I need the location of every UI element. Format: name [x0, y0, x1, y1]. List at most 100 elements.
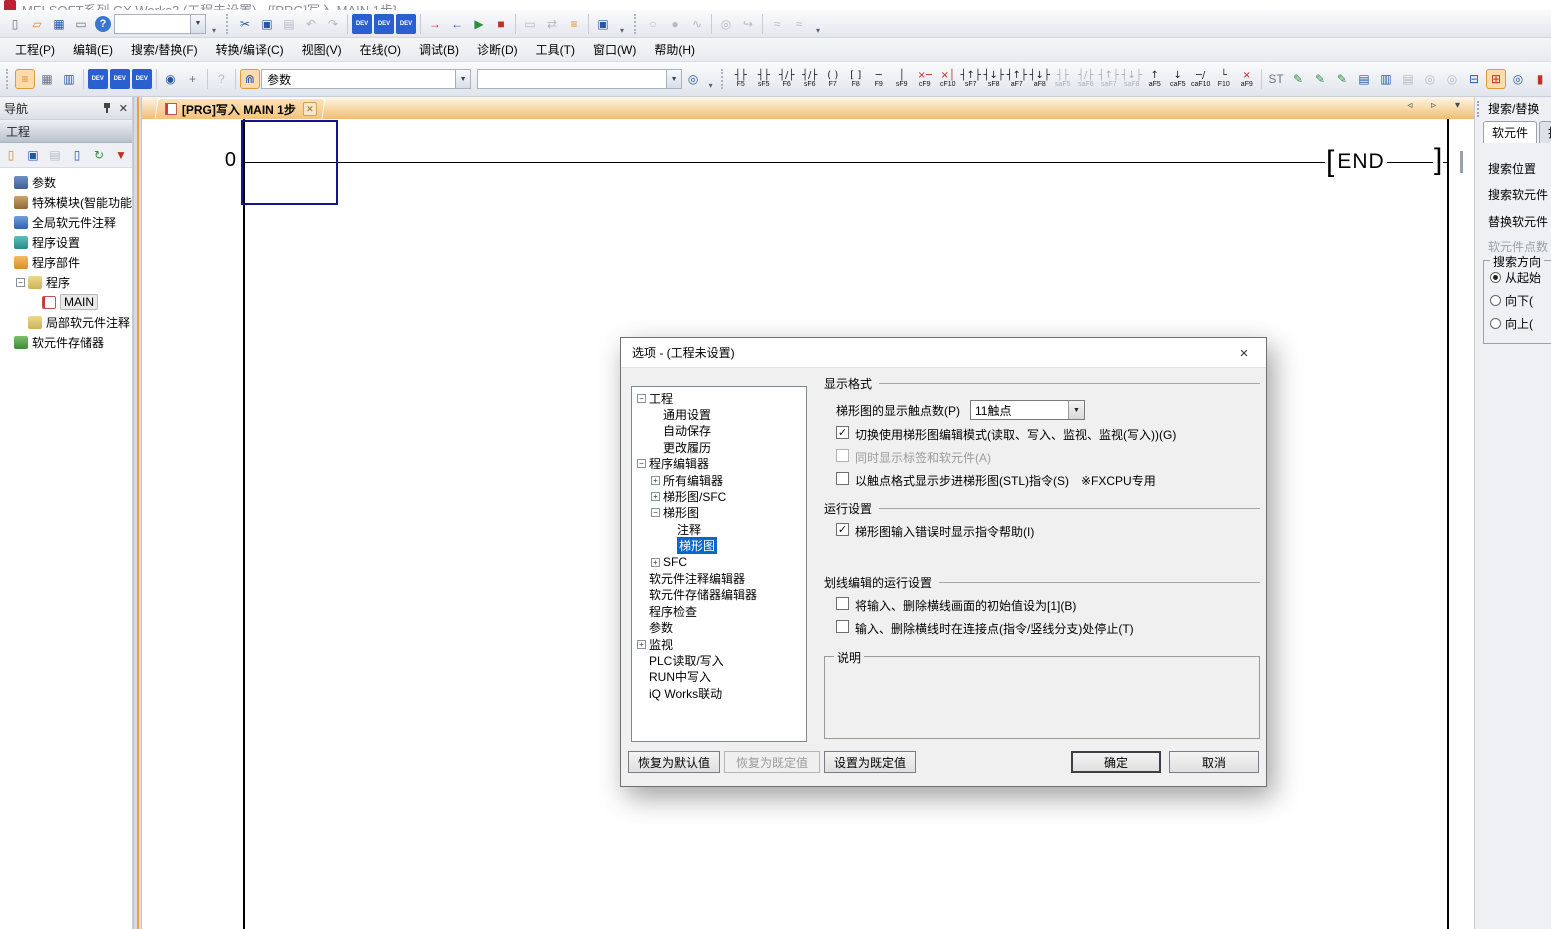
checkbox-row[interactable]: 以触点格式显示步进梯形图(STL)指令(S) ※FXCPU专用 [836, 472, 1260, 489]
options-tree-item[interactable]: − 工程 [635, 390, 806, 406]
close-icon[interactable]: ✕ [119, 102, 128, 115]
close-contact-f6[interactable]: ┤/├ F6 [775, 66, 798, 92]
menu-item[interactable]: 转换/编译(C) [207, 38, 293, 61]
expander-icon[interactable]: − [651, 508, 660, 517]
ok-button[interactable]: 确定 [1071, 751, 1161, 773]
cross-reference-icon[interactable]: ◎ [716, 14, 736, 34]
checkbox-icon[interactable] [836, 472, 849, 485]
verify-icon[interactable]: ▶ [469, 14, 489, 34]
expander-icon[interactable] [2, 178, 11, 187]
panel-splitter[interactable] [133, 97, 142, 929]
expander-icon[interactable]: + [651, 476, 660, 485]
device-find-icon[interactable]: DEV [352, 14, 372, 34]
document-tab-main[interactable]: [PRG]写入 MAIN 1步 ✕ [155, 98, 326, 119]
open-file-icon[interactable]: ▱ [27, 14, 47, 34]
combo-arrow-icon[interactable]: ▼ [1068, 401, 1084, 419]
batch-edit-icon[interactable]: ▤ [1354, 69, 1374, 89]
options-tree-item[interactable]: + 梯形图/SFC [635, 488, 806, 504]
combo-arrow-icon[interactable]: ▼ [190, 15, 205, 33]
nav-item-pou[interactable]: 程序部件 [0, 252, 132, 272]
options-tree-item[interactable]: 参数 [635, 619, 806, 635]
expander-icon[interactable] [16, 318, 25, 327]
checkbox-row[interactable]: 同时显示标签和软元件(A) [836, 449, 1260, 466]
dialog-close-icon[interactable]: × [1222, 338, 1266, 368]
options-tree-item[interactable]: 通用设置 [635, 406, 806, 422]
print-icon[interactable]: ▭ [71, 14, 91, 34]
new-file-icon[interactable]: ▯ [5, 14, 25, 34]
window-copy-icon[interactable]: ▭ [520, 14, 540, 34]
pulse-icon[interactable]: ∿ [687, 14, 707, 34]
navigation-section-project[interactable]: 工程 [0, 120, 132, 143]
pulse-down-saf8[interactable]: ┤↓├ saF8 [1120, 66, 1143, 92]
expander-icon[interactable] [651, 410, 660, 419]
paste-icon[interactable]: ▤ [45, 145, 65, 165]
options-tree-item[interactable]: 软元件注释编辑器 [635, 570, 806, 586]
options-tree-item[interactable]: 软元件存储器编辑器 [635, 587, 806, 603]
options-tree-item[interactable]: 自动保存 [635, 423, 806, 439]
nav-item-special-module[interactable]: 特殊模块(智能功能模块) [0, 192, 132, 212]
watch-stop-icon[interactable]: ● [665, 14, 685, 34]
checkbox-row[interactable]: 输入、删除横线时在连接点(指令/竖线分支)处停止(T) [836, 620, 1260, 637]
close-branch-sf6[interactable]: ┤/├ sF6 [798, 66, 821, 92]
expander-icon[interactable] [637, 656, 646, 665]
expander-icon[interactable] [2, 258, 11, 267]
watch-start-icon[interactable]: ○ [643, 14, 663, 34]
line-statement-icon[interactable]: ▥ [1376, 69, 1396, 89]
options-tree-item[interactable]: + SFC [635, 554, 806, 570]
search-doc-icon[interactable]: ◎ [1508, 69, 1528, 89]
menu-item[interactable]: 视图(V) [293, 38, 351, 61]
delete-hline-cf9[interactable]: ×─ cF9 [913, 66, 936, 92]
project-tree-icon[interactable]: ≡ [15, 69, 35, 89]
device-screen-icon[interactable]: DEV [374, 14, 394, 34]
expander-icon[interactable] [665, 525, 674, 534]
pulse-up-saf7[interactable]: ┤↑├ saF7 [1097, 66, 1120, 92]
expander-icon[interactable] [637, 590, 646, 599]
tab-instruction[interactable]: 指令 [1539, 121, 1551, 143]
ladder-cursor[interactable] [241, 120, 338, 205]
help-icon[interactable]: ? [211, 69, 231, 89]
trend-a-icon[interactable]: ≈ [767, 14, 787, 34]
expander-icon[interactable]: − [637, 459, 646, 468]
find-target-combo2[interactable]: ▼ [477, 69, 682, 89]
vline-sf9[interactable]: │ sF9 [890, 66, 913, 92]
expander-icon[interactable] [637, 672, 646, 681]
doc-search-icon[interactable]: ◎ [683, 69, 703, 89]
statement-list-icon[interactable]: ≡ [564, 14, 584, 34]
expander-icon[interactable]: + [651, 492, 660, 501]
delete-af9[interactable]: × aF9 [1235, 66, 1258, 92]
invert-down-caf5[interactable]: ↓ caF5 [1166, 66, 1189, 92]
menu-item[interactable]: 调试(B) [410, 38, 468, 61]
save-icon[interactable]: ▦ [49, 14, 69, 34]
checkbox-row[interactable]: ✓ 梯形图输入错误时显示指令帮助(I) [836, 523, 1260, 540]
delete-vline-cf10[interactable]: ×│ cF10 [936, 66, 959, 92]
pulse-down-branch-af8[interactable]: ┤↓├ aF8 [1028, 66, 1051, 92]
expander-icon[interactable] [651, 443, 660, 452]
invert-up-af5[interactable]: ↑ aF5 [1143, 66, 1166, 92]
redo-icon[interactable]: ↷ [323, 14, 343, 34]
open-branch-sf5[interactable]: ┤├ sF5 [752, 66, 775, 92]
menu-item[interactable]: 在线(O) [351, 38, 410, 61]
expander-icon[interactable] [2, 218, 11, 227]
checkbox-icon[interactable] [836, 597, 849, 610]
options-tree-item[interactable]: 更改履历 [635, 439, 806, 455]
options-tree-item[interactable]: 梯形图 [635, 538, 806, 554]
combo-arrow-icon[interactable]: ▼ [455, 70, 470, 88]
pulse-open-saf5[interactable]: ┤├ saF5 [1051, 66, 1074, 92]
work-window-icon[interactable]: ▥ [59, 69, 79, 89]
menu-item[interactable]: 诊断(D) [468, 38, 527, 61]
restore-preset-button[interactable]: 恢复为既定值 [724, 751, 820, 773]
restore-default-button[interactable]: 恢复为默认值 [628, 751, 720, 773]
pc-lock-icon[interactable]: ▣ [593, 14, 613, 34]
toolbar-overflow-icon[interactable]: ▾ [706, 68, 715, 90]
radio-option[interactable]: 向下( [1490, 292, 1551, 309]
refresh-icon[interactable]: ↻ [89, 145, 109, 165]
outline-expand-icon[interactable]: ⊞ [1486, 69, 1506, 89]
set-preset-button[interactable]: 设置为既定值 [824, 751, 916, 773]
edit-coil-comment-icon[interactable]: ✎ [1310, 69, 1330, 89]
read-from-plc-icon[interactable]: ← [447, 14, 467, 34]
options-tree-item[interactable]: + 所有编辑器 [635, 472, 806, 488]
expander-icon[interactable] [2, 338, 11, 347]
pulse-up-sf7[interactable]: ┤↑├ sF7 [959, 66, 982, 92]
expander-icon[interactable] [637, 623, 646, 632]
device-batch-icon[interactable]: DEV [396, 14, 416, 34]
